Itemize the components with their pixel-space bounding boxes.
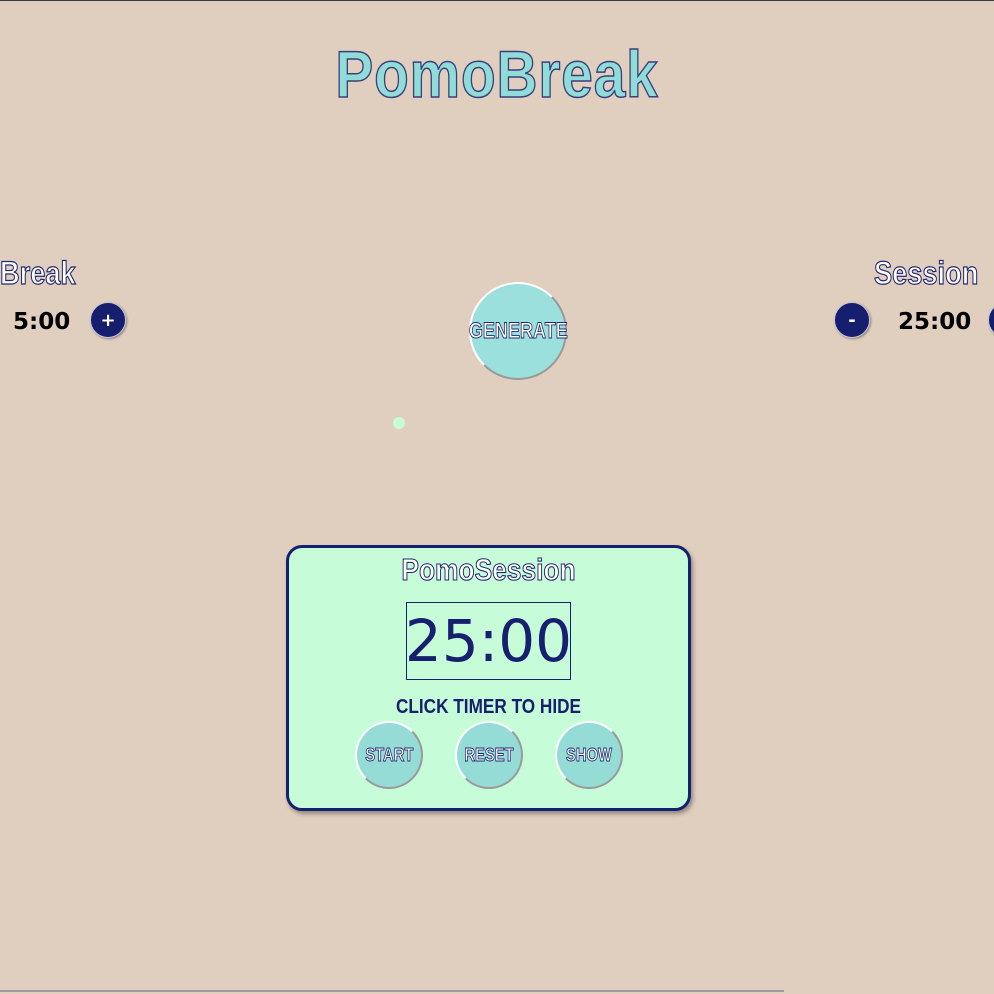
session-increment-button[interactable] xyxy=(988,302,994,338)
decorative-dot xyxy=(393,417,405,429)
timer-text: 25:00 xyxy=(404,607,573,675)
pomo-session-card: PomoSession 25:00 CLICK TIMER TO HIDE ST… xyxy=(286,545,691,811)
generate-button[interactable]: GENERATE xyxy=(468,282,568,380)
timer-hint: CLICK TIMER TO HIDE xyxy=(395,696,582,718)
top-border xyxy=(0,0,994,1)
timer-display[interactable]: 25:00 xyxy=(404,602,573,680)
session-decrement-button[interactable]: - xyxy=(834,302,870,338)
start-button[interactable]: START xyxy=(355,721,423,789)
session-label: Session xyxy=(873,255,979,291)
generate-button-label: GENERATE xyxy=(468,318,568,344)
session-length-value: 25:00 xyxy=(898,309,972,335)
bottom-scrollbar[interactable] xyxy=(0,990,784,992)
show-button-label: SHOW xyxy=(566,744,613,765)
start-button-label: START xyxy=(364,744,414,765)
session-card-title: PomoSession xyxy=(401,551,576,587)
app-title: PomoBreak xyxy=(335,36,659,112)
break-length-value: 5:00 xyxy=(13,309,71,335)
reset-button-label: RESET xyxy=(464,744,514,765)
show-button[interactable]: SHOW xyxy=(555,721,623,789)
break-increment-button[interactable]: + xyxy=(90,302,126,338)
break-label: Break xyxy=(0,255,76,291)
reset-button[interactable]: RESET xyxy=(455,721,523,789)
